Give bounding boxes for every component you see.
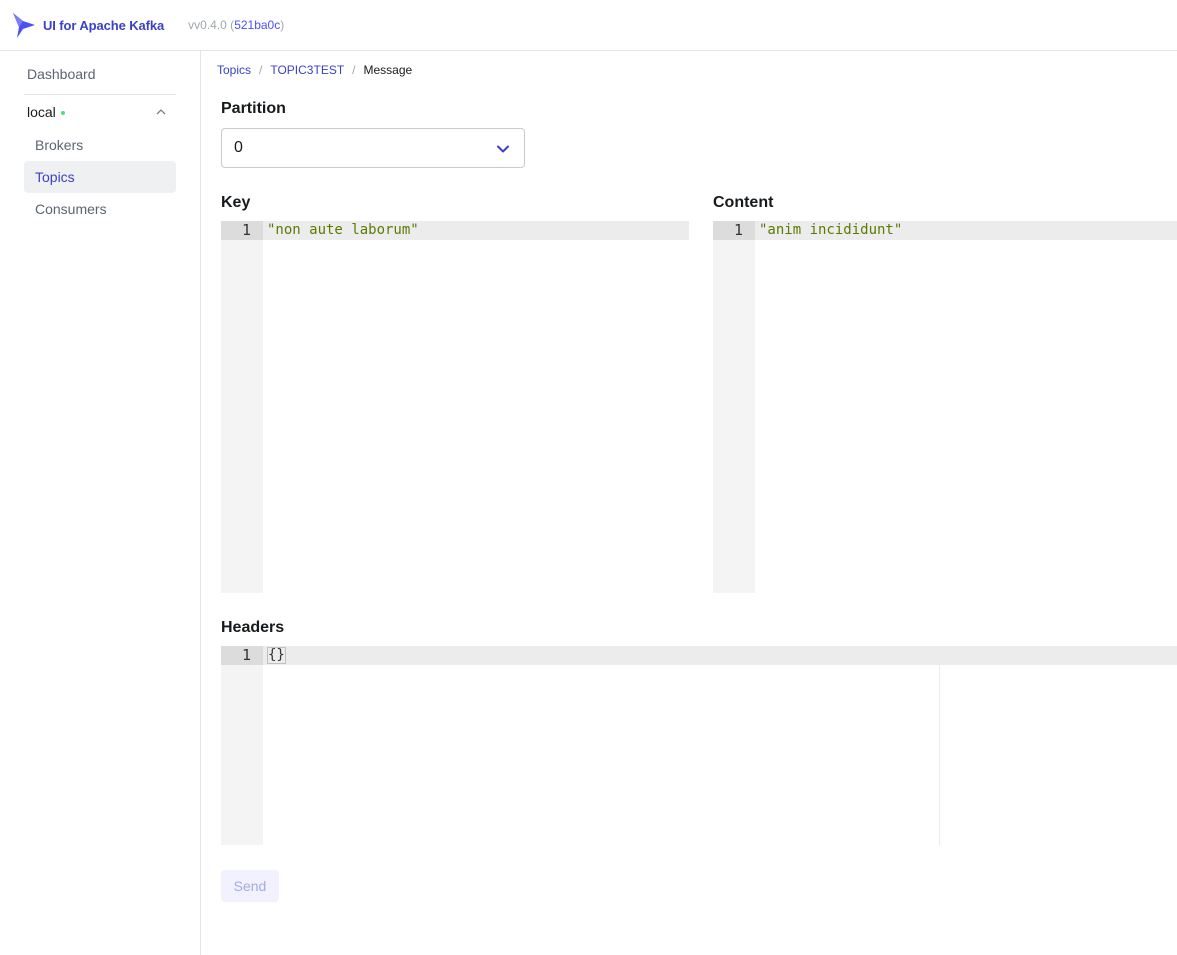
content-editor-line-number: 1 xyxy=(733,221,743,239)
content-editor-gutter xyxy=(713,221,755,593)
key-editor-gutter xyxy=(221,221,263,593)
sidebar-item-consumers[interactable]: Consumers xyxy=(24,193,176,225)
key-label: Key xyxy=(221,194,251,211)
headers-editor-gutter xyxy=(221,646,263,845)
send-button[interactable]: Send xyxy=(221,870,279,902)
cluster-name: local xyxy=(27,104,56,120)
cluster-status-icon xyxy=(60,110,65,115)
partition-label: Partition xyxy=(221,100,286,117)
headers-editor-active-line xyxy=(221,646,1177,665)
headers-label: Headers xyxy=(221,619,285,636)
version-number: vv0.4.0 ( xyxy=(188,18,235,32)
main-content: Topics / TOPIC3TEST / Message Partition … xyxy=(201,51,1177,955)
key-editor-text[interactable]: "non aute laborum" xyxy=(267,221,419,240)
sidebar-divider xyxy=(24,94,176,95)
navbar: UI for Apache Kafka vv0.4.0 (521ba0c) xyxy=(0,0,1177,51)
headers-editor-line-number: 1 xyxy=(241,646,251,664)
key-editor-line-number: 1 xyxy=(241,221,251,239)
sidebar-item-brokers[interactable]: Brokers xyxy=(24,129,176,161)
breadcrumb-topics[interactable]: Topics xyxy=(217,63,251,77)
content-editor[interactable]: 1 "anim incididunt" xyxy=(713,221,1177,593)
home-link[interactable]: UI for Apache Kafka xyxy=(12,11,164,39)
breadcrumb-topic[interactable]: TOPIC3TEST xyxy=(270,63,344,77)
sidebar: Dashboard local Brokers Topics Consumers xyxy=(0,51,201,955)
kafka-logo-icon xyxy=(13,13,35,38)
version-suffix: ) xyxy=(280,18,285,32)
partition-select[interactable]: 0 xyxy=(221,128,525,168)
headers-editor[interactable]: 1 {} xyxy=(221,646,1177,845)
breadcrumb: Topics / TOPIC3TEST / Message xyxy=(217,63,412,77)
headers-editor-bracket: {} xyxy=(267,647,286,664)
breadcrumb-current: Message xyxy=(363,63,413,77)
breadcrumb-separator: / xyxy=(352,63,356,77)
headers-editor-print-margin xyxy=(939,665,940,845)
sidebar-item-topics[interactable]: Topics xyxy=(24,161,176,193)
headers-editor-text[interactable]: {} xyxy=(267,646,286,665)
commit-link[interactable]: 521ba0c xyxy=(234,18,280,32)
app-title: UI for Apache Kafka xyxy=(43,17,165,33)
key-editor[interactable]: 1 "non aute laborum" xyxy=(221,221,689,593)
chevron-up-icon xyxy=(156,109,166,115)
chevron-down-icon xyxy=(497,145,509,153)
cluster-toggle[interactable]: local xyxy=(24,99,176,125)
content-label: Content xyxy=(713,194,774,211)
partition-selected-value: 0 xyxy=(234,139,243,156)
sidebar-item-dashboard[interactable]: Dashboard xyxy=(24,61,176,87)
content-editor-text[interactable]: "anim incididunt" xyxy=(759,221,902,240)
version-info: vv0.4.0 (521ba0c) xyxy=(188,18,284,32)
breadcrumb-separator: / xyxy=(259,63,263,77)
